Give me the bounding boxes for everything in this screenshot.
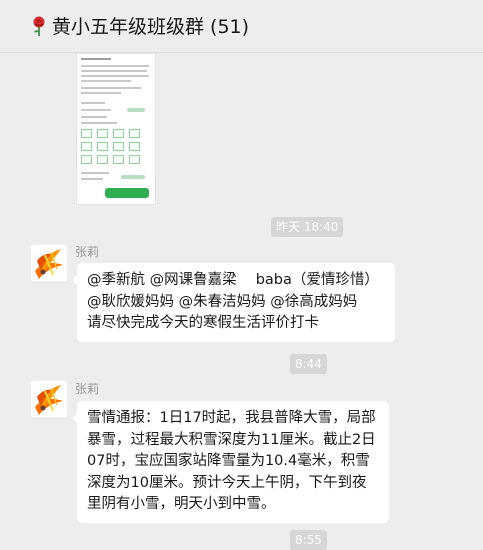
timestamp-divider: 8:55 [290,530,327,550]
timestamp-divider: 8:44 [290,354,327,374]
avatar-flower-icon [31,381,67,417]
avatar-flower-icon [31,245,67,281]
thumbnail-green-button [105,188,149,198]
sender-name: 张莉 [75,382,100,396]
sender-name: 张莉 [75,245,100,259]
message-bubble[interactable]: 雪情通报：1日17时起，我县普降大雪，局部暴雪，过程最大积雪深度为11厘米。截止… [72,401,389,523]
sender-avatar[interactable] [31,245,67,281]
message-bubble[interactable]: @季新航 @网课鲁嘉梁 baba（爱情珍惜）@耿欣媛妈妈 @朱春洁妈妈 @徐高成… [72,263,395,342]
chat-title-text: 黄小五年级班级群 (51) [52,16,250,38]
image-message-thumbnail[interactable] [76,53,156,205]
sender-avatar[interactable] [31,381,67,417]
chat-header: 黄小五年级班级群 (51) [0,0,483,53]
chat-title[interactable]: 黄小五年级班级群 (51) [30,12,249,39]
timestamp-divider: 昨天 18:40 [271,217,344,237]
rose-icon [33,16,45,36]
